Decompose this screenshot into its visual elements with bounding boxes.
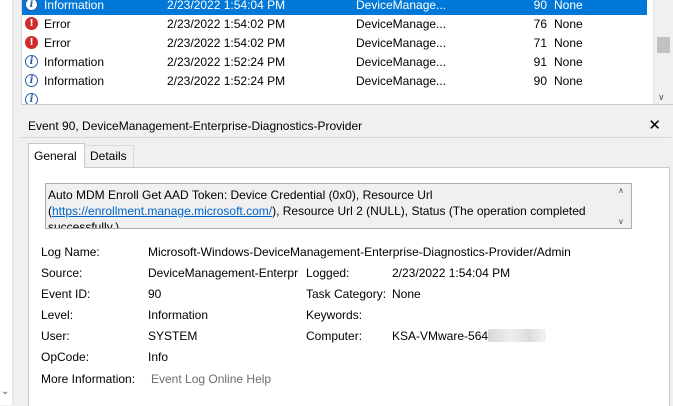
description-text: Auto MDM Enroll Get AAD Token: Device Cr…	[48, 187, 620, 228]
left-pane-edge: ⌄	[0, 0, 13, 405]
more-information-label: More Information:	[41, 372, 136, 386]
tab-details[interactable]: Details	[84, 145, 134, 167]
event-level: Information	[44, 55, 105, 69]
event-row[interactable]: i Information 2/23/2022 1:52:24 PM Devic…	[22, 72, 647, 91]
computer-value: KSA-VMware-564	[392, 329, 489, 343]
event-task-category: None	[554, 36, 583, 50]
error-icon: !	[25, 17, 38, 30]
event-row[interactable]: i Information 2/23/2022 1:54:04 PM Devic…	[22, 0, 647, 15]
event-id-label: Event ID:	[41, 287, 91, 301]
event-level: Information	[44, 0, 105, 12]
event-id: 71	[533, 36, 547, 50]
log-name-label: Log Name:	[41, 245, 100, 259]
opcode-value: Info	[148, 350, 169, 364]
event-level: Error	[44, 17, 71, 31]
event-source: DeviceManage...	[356, 17, 447, 31]
detail-title: Event 90, DeviceManagement-Enterprise-Di…	[28, 119, 363, 133]
user-label: User:	[41, 329, 70, 343]
logged-label: Logged:	[306, 266, 350, 280]
scroll-down-icon[interactable]: ∨	[658, 93, 665, 103]
information-icon: i	[25, 0, 38, 11]
event-date: 2/23/2022 1:54:04 PM	[167, 0, 286, 12]
event-list: i Information 2/23/2022 1:54:04 PM Devic…	[21, 0, 673, 105]
description-scrollbar[interactable]: ∧ ∨	[615, 184, 630, 228]
chevron-down-icon[interactable]: ⌄	[1, 386, 9, 397]
source-label: Source:	[41, 266, 83, 280]
event-row[interactable]: ! Error 2/23/2022 1:54:02 PM DeviceManag…	[22, 34, 647, 53]
close-icon[interactable]: ✕	[648, 116, 661, 134]
task-category-label: Task Category:	[306, 287, 387, 301]
redacted-region	[488, 329, 547, 342]
event-list-scrollbar[interactable]: ∨	[653, 0, 673, 104]
event-level: Error	[44, 36, 71, 50]
event-row[interactable]: ! Error 2/23/2022 1:54:02 PM DeviceManag…	[22, 15, 647, 34]
tab-general[interactable]: General	[28, 143, 85, 168]
event-source: DeviceManage...	[356, 36, 447, 50]
event-id: 91	[533, 55, 547, 69]
task-category-value: None	[392, 287, 421, 301]
scrollbar-thumb[interactable]	[657, 37, 670, 53]
event-description[interactable]: Auto MDM Enroll Get AAD Token: Device Cr…	[45, 183, 632, 229]
event-source: DeviceManage...	[356, 55, 447, 69]
log-name-value: Microsoft-Windows-DeviceManagement-Enter…	[148, 245, 571, 259]
event-date: 2/23/2022 1:52:24 PM	[167, 55, 286, 69]
logged-value: 2/23/2022 1:54:04 PM	[392, 266, 511, 280]
user-value: SYSTEM	[148, 329, 198, 343]
event-row[interactable]: i Information 2/23/2022 1:52:24 PM Devic…	[22, 53, 647, 72]
event-task-category: None	[554, 55, 583, 69]
source-value: DeviceManagement-Enterpr	[148, 266, 299, 280]
event-task-category: None	[554, 74, 583, 88]
resource-url-link[interactable]: https://enrollment.manage.microsoft.com/	[52, 204, 272, 218]
computer-label: Computer:	[306, 329, 363, 343]
detail-title-bar: Event 90, DeviceManagement-Enterprise-Di…	[21, 113, 671, 138]
event-date: 2/23/2022 1:52:24 PM	[167, 74, 286, 88]
event-task-category: None	[554, 17, 583, 31]
event-row-partial[interactable]: i	[22, 91, 647, 104]
level-label: Level:	[41, 308, 74, 322]
level-value: Information	[148, 308, 209, 322]
event-date: 2/23/2022 1:54:02 PM	[167, 17, 286, 31]
information-icon: i	[25, 55, 38, 68]
event-id: 90	[533, 74, 547, 88]
event-source: DeviceManage...	[356, 0, 447, 12]
event-id-value: 90	[148, 287, 162, 301]
event-date: 2/23/2022 1:54:02 PM	[167, 36, 286, 50]
scroll-up-icon[interactable]: ∧	[618, 186, 624, 195]
event-task-category: None	[554, 0, 583, 12]
event-level: Information	[44, 74, 105, 88]
opcode-label: OpCode:	[41, 350, 90, 364]
keywords-label: Keywords:	[306, 308, 363, 322]
computer-value-group: KSA-VMware-564	[392, 329, 547, 343]
event-id: 76	[533, 17, 547, 31]
general-tab-panel: Auto MDM Enroll Get AAD Token: Device Cr…	[28, 167, 670, 406]
event-id: 90	[533, 0, 547, 12]
event-detail-pane: Event 90, DeviceManagement-Enterprise-Di…	[21, 113, 673, 406]
event-source: DeviceManage...	[356, 74, 447, 88]
error-icon: !	[25, 36, 38, 49]
event-log-online-help-link[interactable]: Event Log Online Help	[151, 372, 271, 386]
scroll-down-icon[interactable]: ∨	[618, 217, 624, 226]
information-icon: i	[25, 74, 38, 87]
information-icon: i	[25, 93, 38, 104]
